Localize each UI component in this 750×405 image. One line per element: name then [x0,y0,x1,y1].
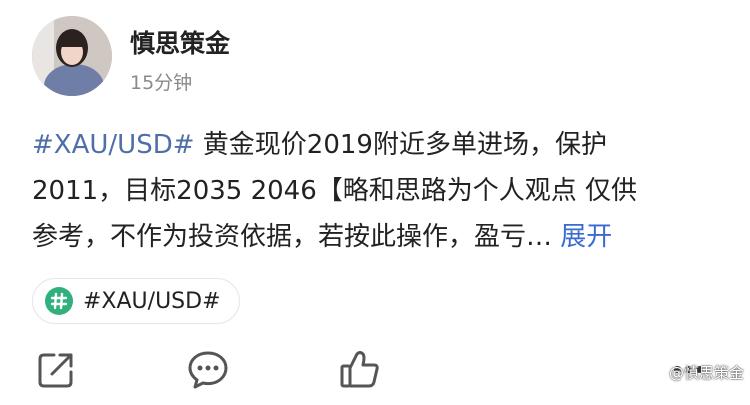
topic-chip-label: #XAU/USD# [83,288,221,314]
expand-link[interactable]: 展开 [560,222,612,252]
post-text-line-1: 黄金现价2019附近多单进场，保护 [194,130,607,160]
post-body: #XAU/USD# 黄金现价2019附近多单进场，保护 2011，目标2035 … [32,122,722,260]
post-hashtag-link[interactable]: #XAU/USD# [32,130,195,160]
post-text-line-3: 参考，不作为投资依据，若按此操作，盈亏… [32,222,553,252]
share-button[interactable] [34,348,78,392]
topic-chip[interactable]: #XAU/USD# [32,278,240,324]
comment-button[interactable] [186,348,230,392]
post-time: 15分钟 [130,72,193,94]
post-text-line-2: 2011，目标2035 2046【略和思路为个人观点 仅供 [32,176,638,206]
avatar[interactable] [32,16,112,96]
like-button[interactable] [338,348,382,392]
comment-icon [188,351,228,389]
watermark: @慎思策金 [669,364,745,382]
post-line-1: #XAU/USD# 黄金现价2019附近多单进场，保护 [32,122,722,168]
hashtag-icon [45,287,73,315]
share-icon [38,353,73,388]
author-name[interactable]: 慎思策金 [130,24,230,60]
thumbs-up-icon [340,351,379,388]
post-line-3: 参考，不作为投资依据，若按此操作，盈亏… 展开 [32,214,722,260]
